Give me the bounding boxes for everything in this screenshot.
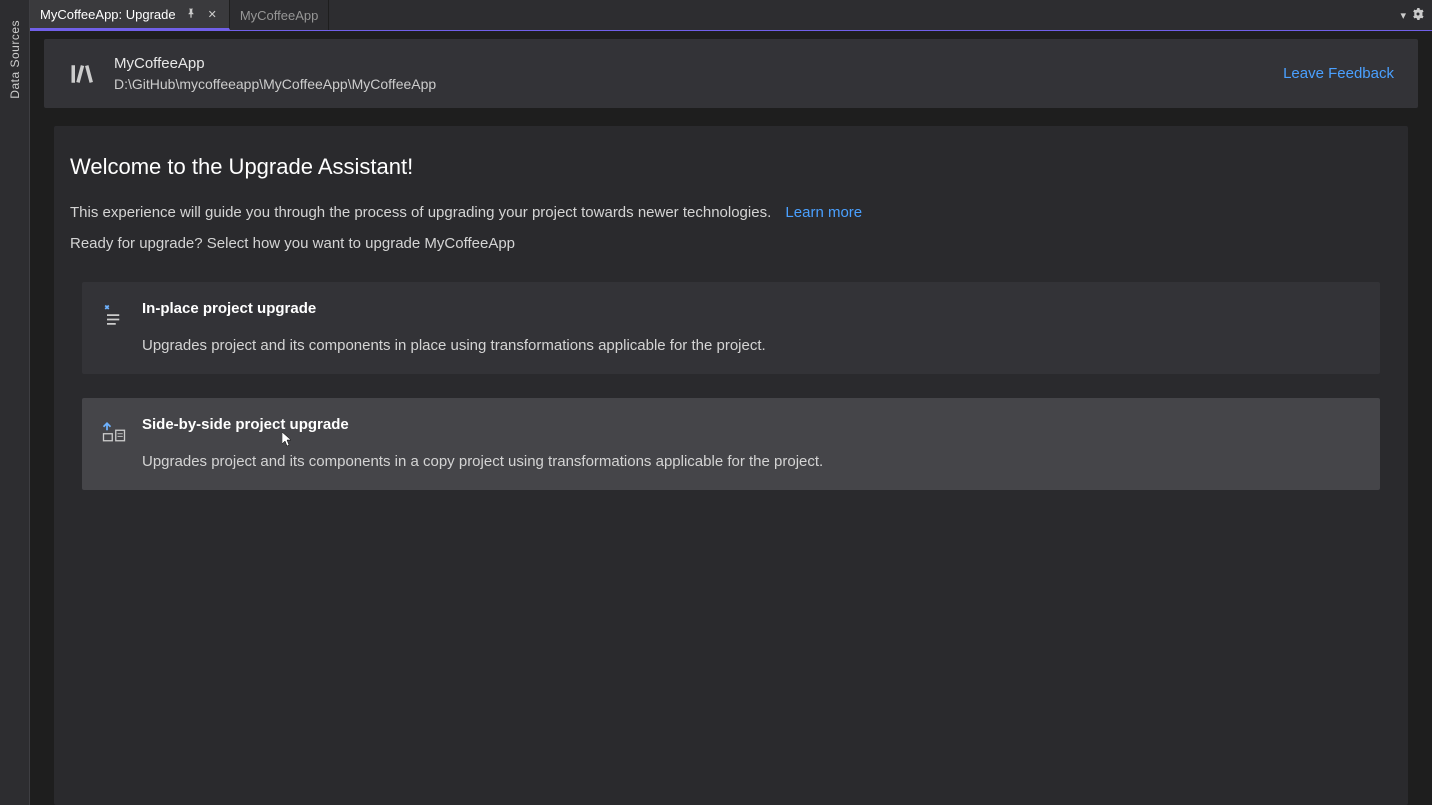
project-header: MyCoffeeApp D:\GitHub\mycoffeeapp\MyCoff… xyxy=(44,39,1418,108)
option-side-by-side-upgrade[interactable]: Side-by-side project upgrade Upgrades pr… xyxy=(82,398,1380,490)
close-icon[interactable]: ✕ xyxy=(206,6,219,23)
project-info: MyCoffeeApp D:\GitHub\mycoffeeapp\MyCoff… xyxy=(114,55,1283,92)
in-place-icon xyxy=(100,302,128,330)
tab-bar: MyCoffeeApp: Upgrade ✕ MyCoffeeApp ▾ xyxy=(30,0,1432,30)
option-body: In-place project upgrade Upgrades projec… xyxy=(142,300,1362,354)
ready-text: Ready for upgrade? Select how you want t… xyxy=(70,235,1392,252)
option-description: Upgrades project and its components in p… xyxy=(142,337,1362,354)
main-area: MyCoffeeApp: Upgrade ✕ MyCoffeeApp ▾ xyxy=(30,0,1432,805)
gear-icon[interactable] xyxy=(1412,8,1424,23)
welcome-title: Welcome to the Upgrade Assistant! xyxy=(70,154,1392,180)
tab-label: MyCoffeeApp: Upgrade xyxy=(40,7,176,22)
dropdown-icon[interactable]: ▾ xyxy=(1400,9,1406,22)
project-path: D:\GitHub\mycoffeeapp\MyCoffeeApp\MyCoff… xyxy=(114,76,1283,92)
side-by-side-icon xyxy=(100,418,128,446)
tab-mycoffeeapp[interactable]: MyCoffeeApp xyxy=(230,0,330,30)
upgrade-panel: Welcome to the Upgrade Assistant! This e… xyxy=(54,126,1408,805)
vertical-toolbar: Data Sources xyxy=(0,0,30,805)
intro-text-body: This experience will guide you through t… xyxy=(70,204,771,221)
project-icon xyxy=(68,60,96,88)
tab-label: MyCoffeeApp xyxy=(240,8,319,23)
project-name: MyCoffeeApp xyxy=(114,55,1283,72)
option-body: Side-by-side project upgrade Upgrades pr… xyxy=(142,416,1362,470)
intro-text: This experience will guide you through t… xyxy=(70,204,1392,221)
content-area: MyCoffeeApp D:\GitHub\mycoffeeapp\MyCoff… xyxy=(30,30,1432,805)
option-description: Upgrades project and its components in a… xyxy=(142,453,1362,470)
option-in-place-upgrade[interactable]: In-place project upgrade Upgrades projec… xyxy=(82,282,1380,374)
option-title: Side-by-side project upgrade xyxy=(142,416,1362,433)
data-sources-tab[interactable]: Data Sources xyxy=(8,20,22,99)
leave-feedback-link[interactable]: Leave Feedback xyxy=(1283,65,1394,82)
tab-upgrade[interactable]: MyCoffeeApp: Upgrade ✕ xyxy=(30,0,230,30)
learn-more-link[interactable]: Learn more xyxy=(785,204,862,221)
pin-icon[interactable] xyxy=(184,6,198,23)
option-title: In-place project upgrade xyxy=(142,300,1362,317)
tab-right-controls: ▾ xyxy=(1400,0,1432,30)
